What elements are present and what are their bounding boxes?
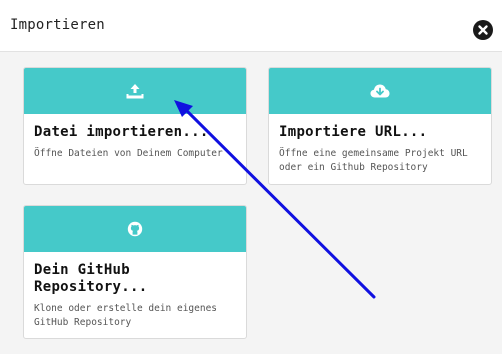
github-repo-title: Dein GitHub Repository... — [34, 262, 148, 295]
import-file-description: Öffne Dateien von Deinem Computer — [34, 148, 223, 159]
import-url-title: Importiere URL... — [279, 124, 428, 140]
import-file-card-banner — [24, 68, 246, 114]
dialog-title: Importieren — [10, 17, 105, 33]
import-file-title: Datei importieren... — [34, 124, 209, 140]
github-icon — [127, 221, 143, 237]
github-repo-description: Klone oder erstelle dein eigenes GitHub … — [34, 303, 218, 328]
import-url-card-banner — [269, 68, 491, 114]
dialog-header: Importieren — [0, 0, 502, 52]
cloud-download-icon — [370, 84, 390, 98]
upload-icon — [126, 84, 144, 99]
import-url-card[interactable]: Importiere URL... Öffne eine gemeinsame … — [268, 67, 492, 185]
close-icon[interactable] — [473, 20, 493, 40]
import-dialog: Importieren Datei importieren... Öffne D… — [0, 0, 502, 354]
github-repo-card[interactable]: Dein GitHub Repository... Klone oder ers… — [23, 205, 247, 339]
github-repo-card-banner — [24, 206, 246, 252]
import-file-card[interactable]: Datei importieren... Öffne Dateien von D… — [23, 67, 247, 185]
import-url-description: Öffne eine gemeinsame Projekt URL oder e… — [279, 148, 468, 173]
